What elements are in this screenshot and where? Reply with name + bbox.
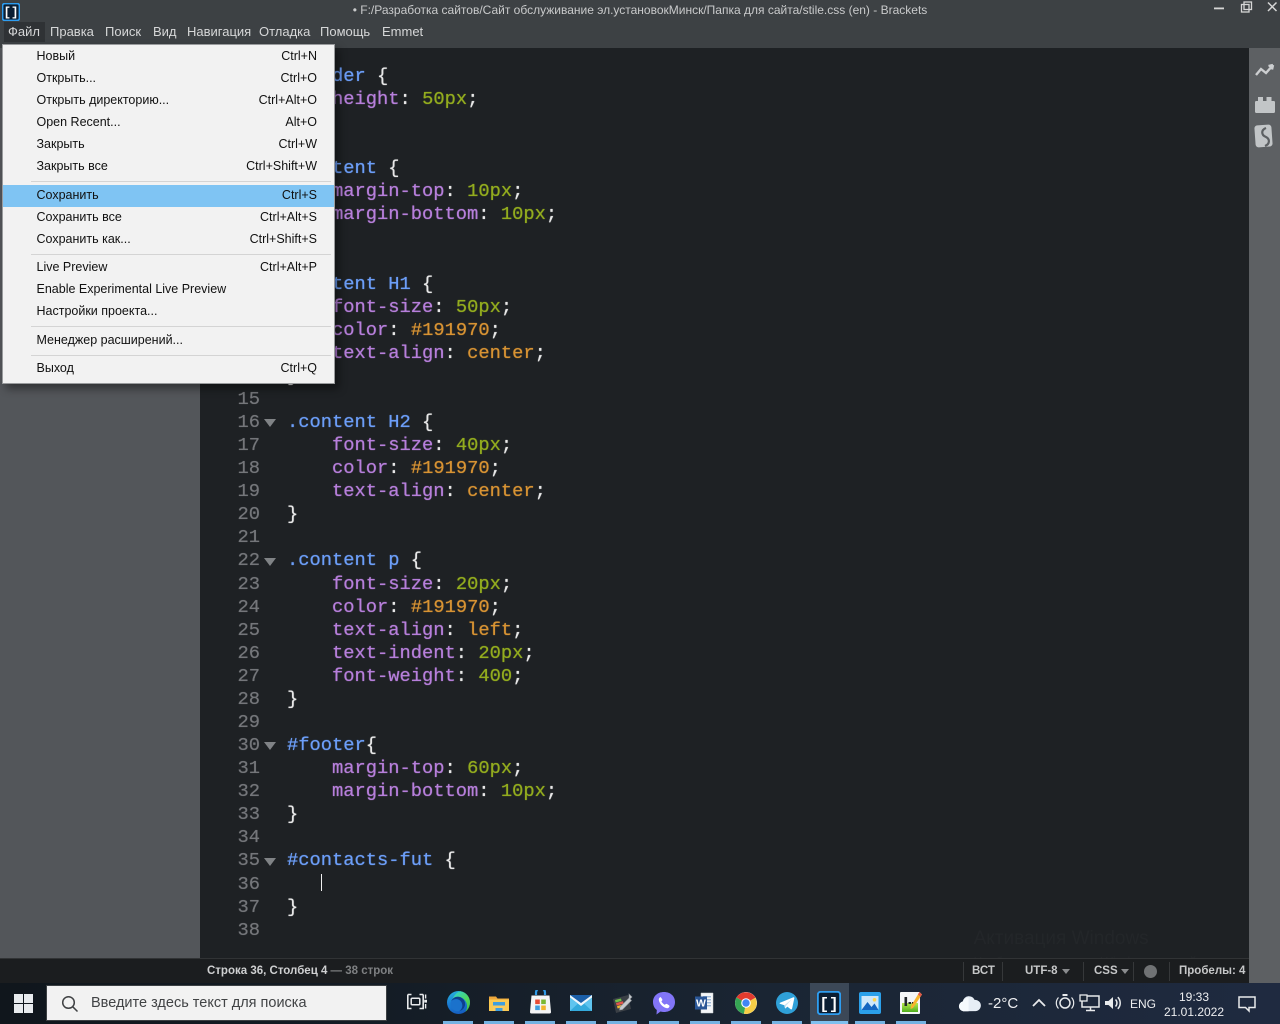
svg-text:[]: [] (819, 996, 838, 1014)
svg-text:W: W (696, 998, 706, 1010)
